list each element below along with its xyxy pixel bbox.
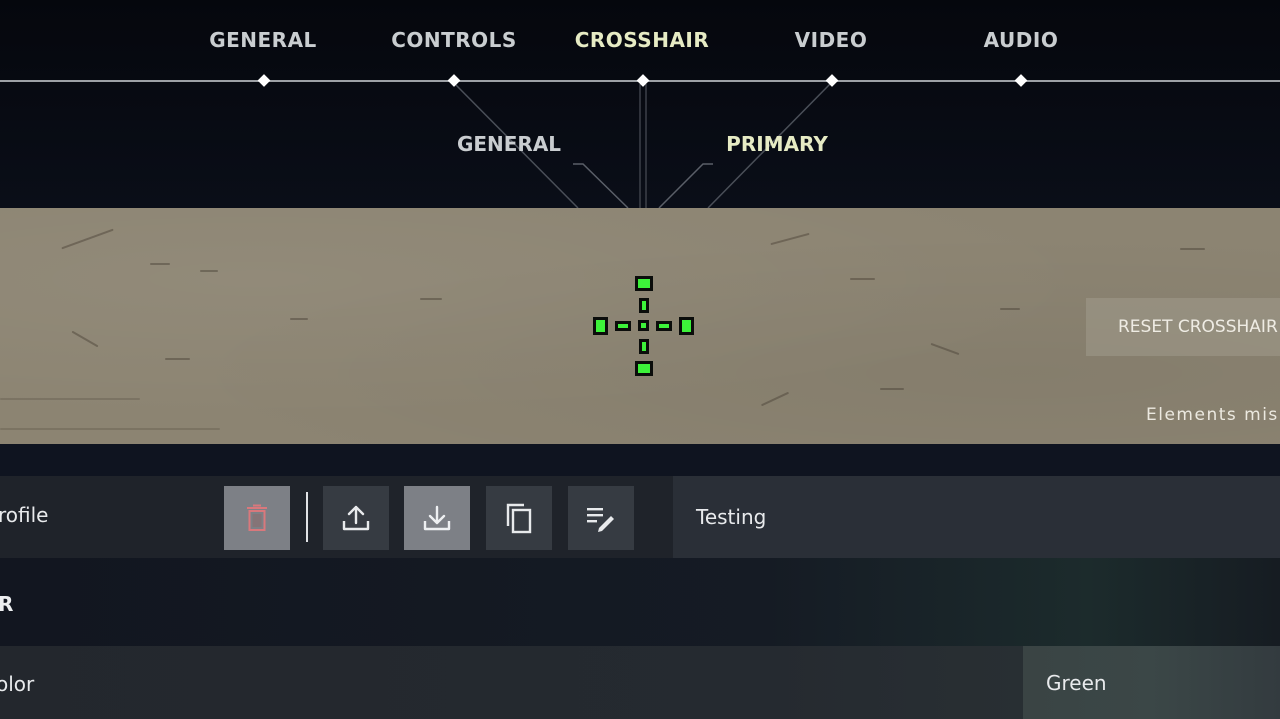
tab-general[interactable]: GENERAL [209,28,317,52]
subtab-primary[interactable]: PRIMARY [726,132,828,156]
preview-note: Elements mis [1146,405,1279,425]
tab-audio[interactable]: AUDIO [984,28,1059,52]
crosshair-outer-top [635,276,653,291]
crosshair-outer-bottom [635,361,653,376]
delete-profile-button[interactable] [224,486,290,550]
section-header [0,558,1280,646]
upload-icon [342,505,370,531]
tab-video[interactable]: VIDEO [795,28,868,52]
crosshair-outer-right [679,317,694,335]
profile-name-field[interactable]: Testing [673,476,1280,558]
export-profile-button[interactable] [323,486,389,550]
crosshair-inner-left [615,321,631,331]
crosshair-outer-left [593,317,608,335]
toolbar-separator [306,492,308,542]
reset-crosshair-button[interactable]: RESET CROSSHAIR [1086,298,1280,356]
import-profile-button[interactable] [404,486,470,550]
copy-profile-button[interactable] [486,486,552,550]
crosshair-center-dot [638,320,649,331]
edit-list-icon [587,508,614,532]
divider-band [0,444,1280,476]
rename-profile-button[interactable] [568,486,634,550]
section-title: R [0,592,14,616]
profile-label: rofile [0,503,49,527]
tab-crosshair[interactable]: CROSSHAIR [575,28,710,52]
download-icon [423,505,451,531]
color-dropdown[interactable]: Green [1023,646,1280,719]
subtab-general[interactable]: GENERAL [457,132,561,156]
copy-icon [506,503,532,534]
crosshair-inner-bottom [639,339,649,354]
tab-controls[interactable]: CONTROLS [391,28,517,52]
color-setting-label: olor [0,672,35,696]
crosshair-inner-right [656,321,672,331]
trash-icon [247,504,267,531]
crosshair-inner-top [639,298,649,313]
